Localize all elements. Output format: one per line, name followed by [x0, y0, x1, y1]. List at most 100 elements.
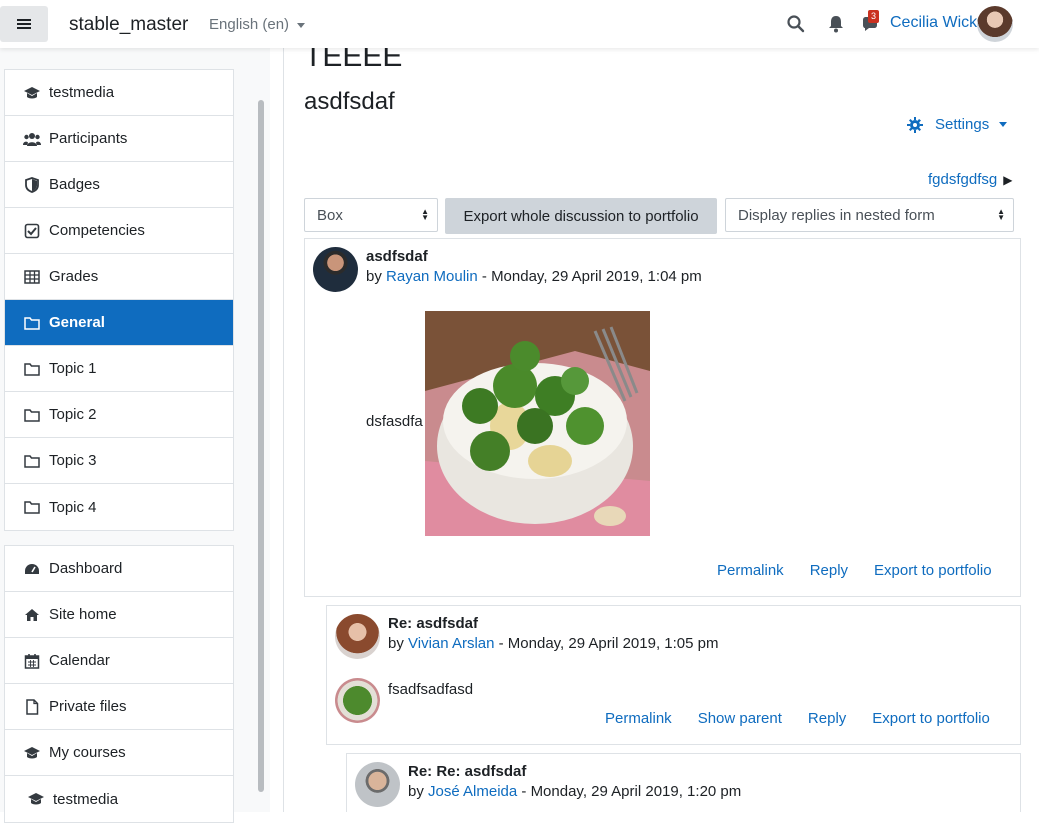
post-subject: asdfsdaf: [366, 248, 428, 265]
sidebar-item-topic-1[interactable]: Topic 1: [5, 346, 233, 392]
sidebar-item-label: testmedia: [53, 790, 119, 808]
shield-icon: [23, 176, 41, 194]
sidebar-item-topic-4[interactable]: Topic 4: [5, 484, 233, 530]
sidebar-item-testmedia[interactable]: testmedia: [5, 70, 233, 116]
permalink-link[interactable]: Permalink: [605, 710, 672, 727]
sidebar-item-label: Participants: [49, 130, 128, 147]
broccoli-image: [425, 311, 650, 536]
message-count-badge: 3: [868, 10, 880, 23]
author-avatar[interactable]: [335, 614, 380, 659]
folder-icon: [23, 360, 41, 378]
show-parent-link[interactable]: Show parent: [698, 710, 782, 727]
sidebar-item-badges[interactable]: Badges: [5, 162, 233, 208]
author-link[interactable]: Rayan Moulin: [386, 268, 478, 285]
sidebar-item-label: General: [49, 314, 105, 331]
group-select[interactable]: Box ▲ ▼: [304, 198, 438, 232]
calendar-icon: [23, 652, 41, 670]
language-label: English (en): [209, 16, 290, 33]
post-body-text: fsadfsadfasd: [388, 681, 474, 698]
sidebar-item-label: Competencies: [49, 222, 145, 239]
mortarboard-icon: [23, 84, 41, 102]
play-arrow-icon: ▶: [1003, 172, 1013, 187]
group-select-value: Box: [317, 207, 343, 224]
byline-prefix: by: [388, 635, 404, 652]
select-arrows-icon: ▲ ▼: [997, 207, 1005, 222]
sidebar-item-my-courses[interactable]: My courses: [5, 730, 233, 776]
table-icon: [23, 268, 41, 286]
user-avatar[interactable]: [977, 6, 1013, 42]
export-to-portfolio-link[interactable]: Export to portfolio: [872, 710, 990, 727]
bell-icon[interactable]: [826, 14, 846, 34]
sidebar-item-label: Topic 4: [49, 498, 97, 516]
sidebar-item-site-home[interactable]: Site home: [5, 592, 233, 638]
sidebar-item-calendar[interactable]: Calendar: [5, 638, 233, 684]
sidebar-item-participants[interactable]: Participants: [5, 116, 233, 162]
home-icon: [23, 606, 41, 624]
sidebar-item-testmedia-course[interactable]: testmedia: [5, 776, 233, 822]
post-byline: by Rayan Moulin - Monday, 29 April 2019,…: [366, 268, 702, 285]
forum-post: Re: asdfsdaf by Vivian Arslan - Monday, …: [326, 605, 1021, 745]
folder-icon: [23, 498, 41, 516]
gear-icon: [907, 116, 923, 133]
search-icon[interactable]: [786, 14, 806, 34]
post-actions: Permalink Reply Export to portfolio: [717, 562, 992, 579]
site-nav: Dashboard Site home Calendar Private fil…: [4, 545, 234, 823]
next-discussion-link[interactable]: fgdsfgdfsg ▶: [928, 171, 1012, 188]
settings-label: Settings: [935, 116, 990, 133]
sidebar-item-competencies[interactable]: Competencies: [5, 208, 233, 254]
settings-menu[interactable]: Settings: [907, 116, 1008, 133]
page-heading: TEEEE: [304, 48, 403, 73]
chevron-down-icon: [999, 122, 1008, 127]
author-link[interactable]: José Almeida: [428, 783, 517, 800]
sidebar-item-label: testmedia: [49, 84, 115, 101]
reply-link[interactable]: Reply: [810, 562, 848, 579]
post-date: - Monday, 29 April 2019, 1:05 pm: [494, 635, 719, 652]
user-menu-name[interactable]: Cecilia Wick: [890, 14, 977, 32]
sidebar-item-topic-2[interactable]: Topic 2: [5, 392, 233, 438]
sidebar-item-general[interactable]: General: [5, 300, 233, 346]
sidebar-item-private-files[interactable]: Private files: [5, 684, 233, 730]
export-discussion-button[interactable]: Export whole discussion to portfolio: [445, 198, 717, 234]
attachment-thumbnail: [335, 678, 380, 723]
display-mode-value: Display replies in nested form: [738, 207, 935, 224]
sidebar-item-grades[interactable]: Grades: [5, 254, 233, 300]
course-nav: testmedia Participants Badges Competenci…: [4, 69, 234, 531]
language-menu[interactable]: English (en): [209, 16, 306, 33]
checkbox-icon: [23, 222, 41, 240]
menu-toggle-button[interactable]: [0, 6, 48, 42]
permalink-link[interactable]: Permalink: [717, 562, 784, 579]
sidebar-item-label: Grades: [49, 268, 99, 285]
main-content: TEEEE asdfsdaf Settings fgdsfgdfsg ▶ Box…: [284, 48, 1039, 812]
mortarboard-icon: [23, 744, 41, 762]
sidebar-item-topic-3[interactable]: Topic 3: [5, 438, 233, 484]
author-avatar[interactable]: [313, 247, 358, 292]
post-date: - Monday, 29 April 2019, 1:04 pm: [477, 268, 702, 285]
mortarboard-icon: [27, 790, 45, 808]
author-avatar[interactable]: [355, 762, 400, 807]
folder-icon: [23, 314, 41, 332]
display-mode-select[interactable]: Display replies in nested form ▲ ▼: [725, 198, 1014, 232]
reply-link[interactable]: Reply: [808, 710, 846, 727]
forum-post: Re: Re: asdfsdaf by José Almeida - Monda…: [346, 753, 1021, 812]
users-icon: [23, 130, 41, 148]
select-arrows-icon: ▲ ▼: [421, 207, 429, 222]
export-to-portfolio-link[interactable]: Export to portfolio: [874, 562, 992, 579]
sidebar-item-label: Badges: [49, 176, 100, 193]
sidebar-item-label: Private files: [49, 698, 127, 715]
next-discussion-label: fgdsfgdfsg: [928, 171, 998, 188]
file-icon: [23, 698, 41, 716]
author-link[interactable]: Vivian Arslan: [408, 635, 494, 652]
sidebar-scrollbar[interactable]: [258, 100, 264, 792]
folder-icon: [23, 452, 41, 470]
post-byline: by José Almeida - Monday, 29 April 2019,…: [408, 783, 741, 800]
site-name[interactable]: stable_master: [69, 14, 188, 36]
post-subject: Re: Re: asdfsdaf: [408, 763, 527, 780]
post-byline: by Vivian Arslan - Monday, 29 April 2019…: [388, 635, 719, 652]
post-actions: Permalink Show parent Reply Export to po…: [605, 710, 990, 727]
forum-post: asdfsdaf by Rayan Moulin - Monday, 29 Ap…: [304, 238, 1021, 597]
sidebar-item-dashboard[interactable]: Dashboard: [5, 546, 233, 592]
post-subject: Re: asdfsdaf: [388, 615, 479, 632]
post-date: - Monday, 29 April 2019, 1:20 pm: [517, 783, 742, 800]
sidebar-item-label: Calendar: [49, 652, 110, 669]
folder-icon: [23, 406, 41, 424]
